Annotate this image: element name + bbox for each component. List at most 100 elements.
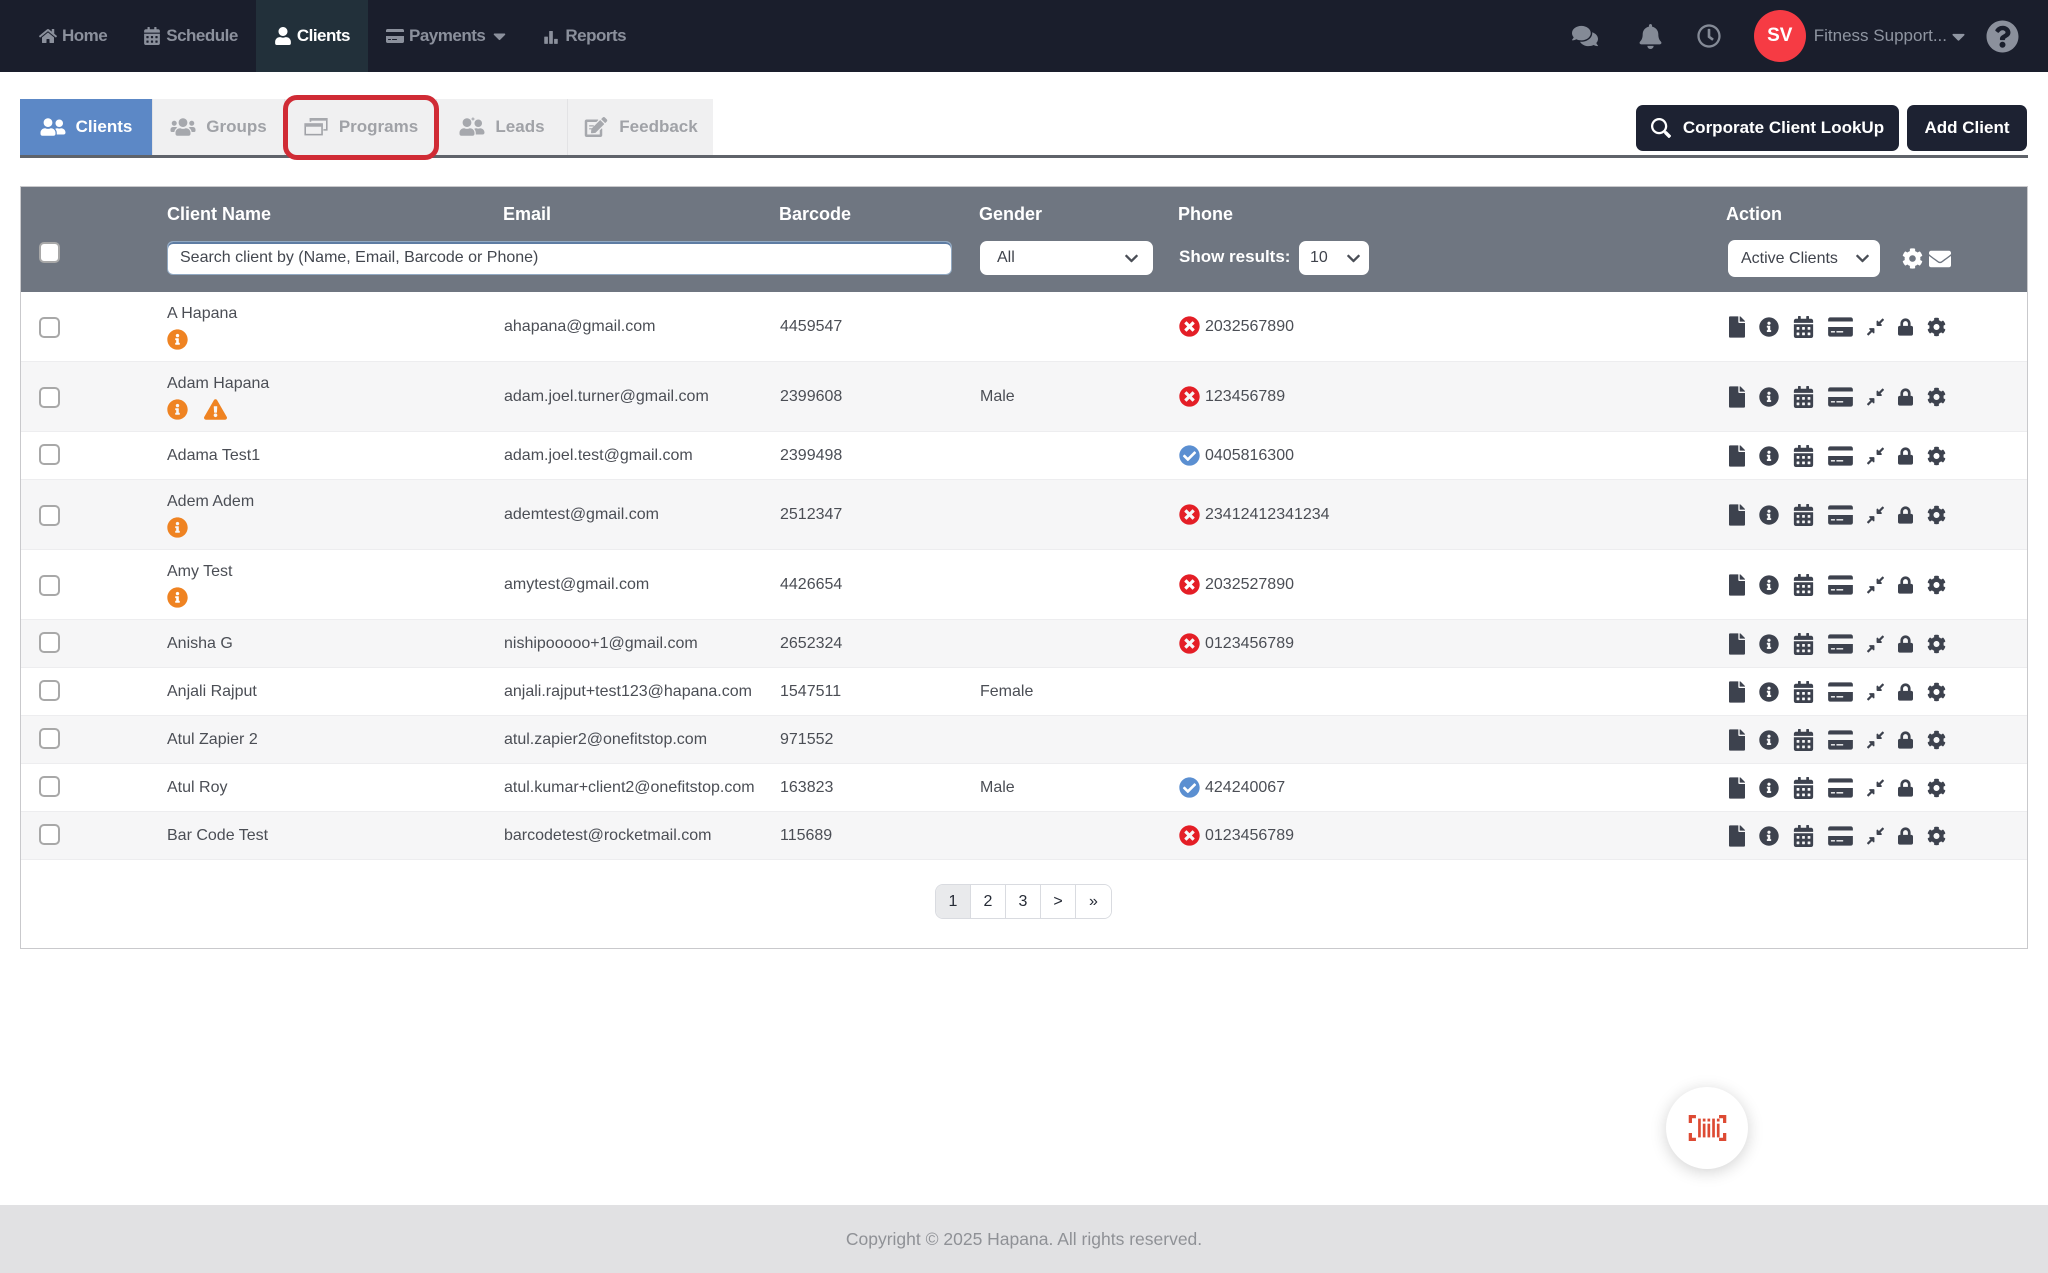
- client-name[interactable]: Amy Test: [167, 562, 233, 582]
- lock-icon[interactable]: [1898, 386, 1913, 408]
- credit-card-icon[interactable]: [1828, 777, 1853, 799]
- row-checkbox[interactable]: [39, 823, 60, 845]
- info-circle-icon[interactable]: [1759, 504, 1779, 526]
- nav-item-clients[interactable]: Clients: [255, 0, 369, 72]
- client-name[interactable]: Anjali Rajput: [167, 682, 257, 702]
- calendar-grid-icon[interactable]: [1793, 386, 1814, 408]
- nav-item-payments[interactable]: Payments: [368, 0, 524, 72]
- select-all-checkbox[interactable]: [39, 242, 60, 263]
- compress-icon[interactable]: [1867, 633, 1884, 655]
- show-results-select[interactable]: 10: [1299, 241, 1369, 275]
- tab-programs[interactable]: Programs: [285, 99, 437, 155]
- page-button-2[interactable]: 2: [971, 885, 1006, 918]
- credit-card-icon[interactable]: [1828, 825, 1853, 847]
- gear-icon[interactable]: [1927, 681, 1946, 703]
- corporate-client-lookup-button[interactable]: Corporate Client LookUp: [1636, 105, 1899, 151]
- file-icon[interactable]: [1729, 316, 1745, 338]
- client-name[interactable]: Adama Test1: [167, 446, 260, 466]
- search-input[interactable]: [167, 241, 952, 275]
- calendar-grid-icon[interactable]: [1793, 504, 1814, 526]
- client-name[interactable]: Bar Code Test: [167, 826, 268, 846]
- file-icon[interactable]: [1729, 386, 1745, 408]
- barcode-scan-fab[interactable]: [1666, 1087, 1748, 1169]
- tab-clients[interactable]: Clients: [20, 99, 153, 155]
- envelope-icon[interactable]: [1928, 248, 1952, 270]
- row-checkbox[interactable]: [39, 631, 60, 653]
- lock-icon[interactable]: [1898, 633, 1913, 655]
- page-button-3[interactable]: 3: [1006, 885, 1041, 918]
- row-checkbox[interactable]: [39, 727, 60, 749]
- client-name[interactable]: Atul Zapier 2: [167, 730, 258, 750]
- credit-card-icon[interactable]: [1828, 316, 1853, 338]
- calendar-grid-icon[interactable]: [1793, 574, 1814, 596]
- row-checkbox[interactable]: [39, 443, 60, 465]
- tab-groups[interactable]: Groups: [153, 99, 285, 155]
- row-checkbox[interactable]: [39, 574, 60, 596]
- credit-card-icon[interactable]: [1828, 445, 1853, 467]
- calendar-grid-icon[interactable]: [1793, 825, 1814, 847]
- gear-icon[interactable]: [1927, 574, 1946, 596]
- add-client-button[interactable]: Add Client: [1907, 105, 2027, 151]
- file-icon[interactable]: [1729, 445, 1745, 467]
- page-button-»[interactable]: »: [1076, 885, 1111, 918]
- gear-icon[interactable]: [1927, 316, 1946, 338]
- gear-icon[interactable]: [1927, 729, 1946, 751]
- row-checkbox[interactable]: [39, 504, 60, 526]
- gender-select[interactable]: All: [980, 241, 1153, 275]
- client-name[interactable]: Adam Hapana: [167, 374, 269, 394]
- tab-feedback[interactable]: Feedback: [568, 99, 713, 155]
- info-circle-icon[interactable]: [1759, 681, 1779, 703]
- help-icon[interactable]: [1986, 20, 2019, 53]
- lock-icon[interactable]: [1898, 504, 1913, 526]
- credit-card-icon[interactable]: [1828, 633, 1853, 655]
- calendar-grid-icon[interactable]: [1793, 445, 1814, 467]
- settings-gear-icon[interactable]: [1902, 248, 1923, 269]
- tab-leads[interactable]: Leads: [437, 99, 568, 155]
- gear-icon[interactable]: [1927, 504, 1946, 526]
- bell-icon[interactable]: [1639, 24, 1662, 49]
- credit-card-icon[interactable]: [1828, 681, 1853, 703]
- page-button-1[interactable]: 1: [936, 885, 971, 918]
- info-circle-icon[interactable]: [1759, 574, 1779, 596]
- nav-item-schedule[interactable]: Schedule: [125, 0, 256, 72]
- gear-icon[interactable]: [1927, 777, 1946, 799]
- info-circle-icon[interactable]: [1759, 729, 1779, 751]
- credit-card-icon[interactable]: [1828, 504, 1853, 526]
- file-icon[interactable]: [1729, 681, 1745, 703]
- info-circle-icon[interactable]: [1759, 445, 1779, 467]
- lock-icon[interactable]: [1898, 574, 1913, 596]
- compress-icon[interactable]: [1867, 445, 1884, 467]
- compress-icon[interactable]: [1867, 386, 1884, 408]
- info-circle-icon[interactable]: [1759, 825, 1779, 847]
- compress-icon[interactable]: [1867, 681, 1884, 703]
- row-checkbox[interactable]: [39, 316, 60, 338]
- file-icon[interactable]: [1729, 633, 1745, 655]
- avatar[interactable]: SV: [1753, 10, 1806, 62]
- client-status-select[interactable]: Active Clients: [1728, 240, 1880, 277]
- lock-icon[interactable]: [1898, 729, 1913, 751]
- calendar-grid-icon[interactable]: [1793, 681, 1814, 703]
- row-checkbox[interactable]: [39, 775, 60, 797]
- nav-item-reports[interactable]: Reports: [524, 0, 644, 72]
- compress-icon[interactable]: [1867, 316, 1884, 338]
- clock-icon[interactable]: [1697, 24, 1721, 48]
- info-circle-icon[interactable]: [1759, 777, 1779, 799]
- file-icon[interactable]: [1729, 574, 1745, 596]
- file-icon[interactable]: [1729, 825, 1745, 847]
- page-button->[interactable]: >: [1041, 885, 1076, 918]
- credit-card-icon[interactable]: [1828, 386, 1853, 408]
- client-name[interactable]: Adem Adem: [167, 492, 254, 512]
- chat-icon[interactable]: [1572, 23, 1598, 49]
- client-name[interactable]: A Hapana: [167, 304, 237, 324]
- calendar-grid-icon[interactable]: [1793, 729, 1814, 751]
- credit-card-icon[interactable]: [1828, 729, 1853, 751]
- gear-icon[interactable]: [1927, 825, 1946, 847]
- file-icon[interactable]: [1729, 504, 1745, 526]
- compress-icon[interactable]: [1867, 574, 1884, 596]
- info-circle-icon[interactable]: [1759, 633, 1779, 655]
- compress-icon[interactable]: [1867, 504, 1884, 526]
- client-name[interactable]: Atul Roy: [167, 778, 227, 798]
- calendar-grid-icon[interactable]: [1793, 633, 1814, 655]
- file-icon[interactable]: [1729, 777, 1745, 799]
- compress-icon[interactable]: [1867, 777, 1884, 799]
